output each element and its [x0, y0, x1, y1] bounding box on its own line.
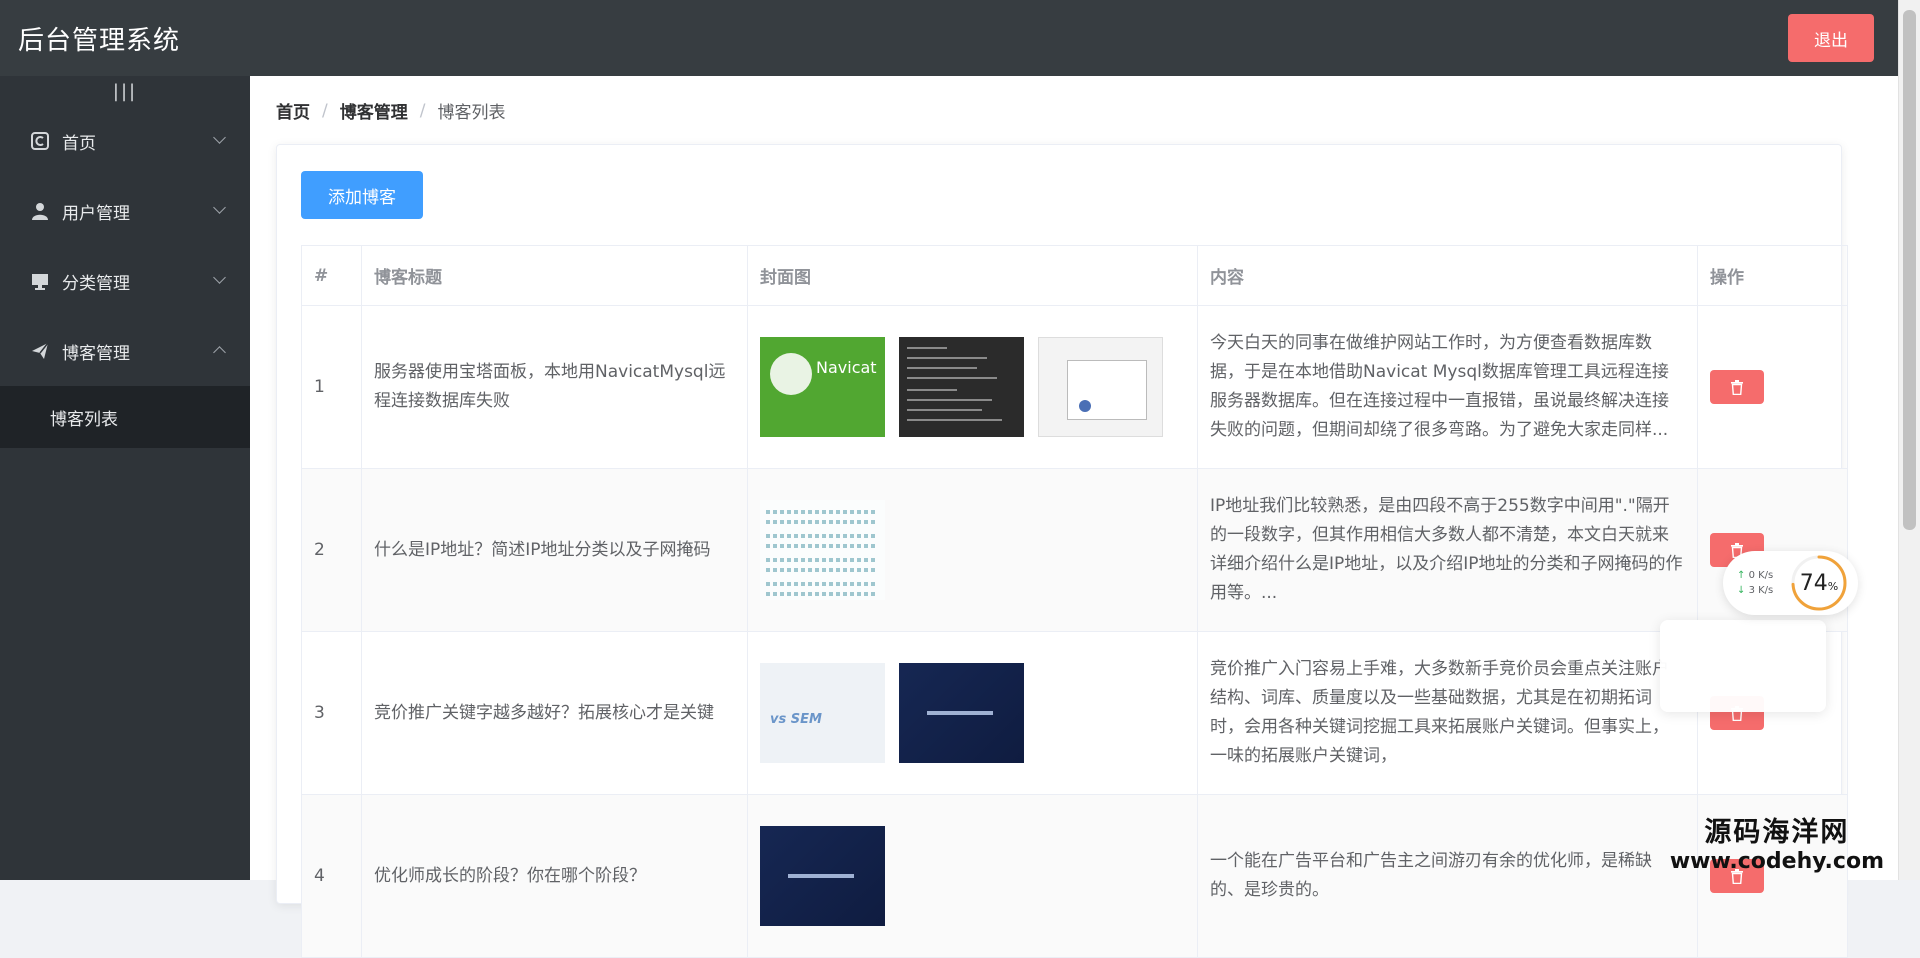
trash-icon [1730, 380, 1744, 395]
column-header-cover: 封面图 [748, 246, 1198, 306]
sidebar-item-categories[interactable]: 分类管理 [0, 246, 250, 316]
sidebar-item-users[interactable]: 用户管理 [0, 176, 250, 246]
memory-gauge: 74% [1789, 553, 1849, 613]
chevron-down-icon [213, 271, 226, 284]
sidebar-item-label: 首页 [62, 129, 96, 154]
row-covers [748, 469, 1198, 632]
memory-percent-unit: % [1828, 580, 1838, 593]
row-index: 2 [302, 469, 362, 632]
sidebar-item-label: 分类管理 [62, 269, 130, 294]
table-row: 4 优化师成长的阶段？你在哪个阶段？ 一个能在广告平台和广告主之间游刃有余的优化… [302, 795, 1848, 958]
user-icon [30, 201, 50, 221]
sidebar-item-home[interactable]: 首页 [0, 106, 250, 176]
site-watermark: 源码海洋网 www.codehy.com [1670, 810, 1884, 874]
row-index: 4 [302, 795, 362, 958]
table-row: 2 什么是IP地址？简述IP地址分类以及子网掩码 IP地址我们比较熟悉，是由四段… [302, 469, 1848, 632]
upload-arrow-icon: ↑ [1737, 570, 1745, 581]
home-icon [30, 131, 50, 151]
table-row: 1 服务器使用宝塔面板，本地用NavicatMysql远程连接数据库失败 Nav… [302, 306, 1848, 469]
cover-image: vs SEM [760, 663, 885, 763]
row-title: 竞价推广关键字越多越好？拓展核心才是关键 [362, 632, 748, 795]
row-content: IP地址我们比较熟悉，是由四段不高于255数字中间用"."隔开的一段数字，但其作… [1198, 469, 1698, 632]
breadcrumb: 首页 / 博客管理 / 博客列表 [276, 98, 505, 123]
breadcrumb-home[interactable]: 首页 [276, 98, 310, 123]
sidebar-collapse-toggle[interactable]: ||| [0, 76, 250, 106]
cover-image [760, 826, 885, 926]
cover-image [760, 500, 885, 600]
row-actions [1698, 306, 1848, 469]
chevron-up-icon [213, 346, 226, 359]
top-header: 后台管理系统 退出 [0, 0, 1898, 76]
column-header-content: 内容 [1198, 246, 1698, 306]
row-content: 竞价推广入门容易上手难，大多数新手竞价员会重点关注账户结构、词库、质量度以及一些… [1198, 632, 1698, 795]
row-title: 服务器使用宝塔面板，本地用NavicatMysql远程连接数据库失败 [362, 306, 748, 469]
row-covers: Navicat [748, 306, 1198, 469]
blog-table: # 博客标题 封面图 内容 操作 1 服务器使用宝塔面板，本地用NavicatM… [301, 245, 1848, 958]
add-blog-button[interactable]: 添加博客 [301, 171, 423, 219]
cover-image [1038, 337, 1163, 437]
delete-button[interactable] [1710, 370, 1764, 404]
cover-image [899, 663, 1024, 763]
breadcrumb-separator: / [420, 101, 426, 121]
logout-button[interactable]: 退出 [1788, 14, 1874, 62]
row-index: 1 [302, 306, 362, 469]
cover-image: Navicat [760, 337, 885, 437]
chevron-down-icon [213, 201, 226, 214]
main-content: 首页 / 博客管理 / 博客列表 添加博客 # 博客标题 封面图 内容 操作 [250, 76, 1898, 880]
row-covers: vs SEM [748, 632, 1198, 795]
scrollbar-thumb[interactable] [1903, 10, 1916, 530]
chevron-down-icon [213, 131, 226, 144]
network-speed-widget[interactable]: ↑ 0 K/s ↓ 3 K/s 74% [1723, 551, 1858, 615]
row-title: 什么是IP地址？简述IP地址分类以及子网掩码 [362, 469, 748, 632]
row-title: 优化师成长的阶段？你在哪个阶段？ [362, 795, 748, 958]
watermark-name: 源码海洋网 [1670, 810, 1884, 849]
monitor-icon [30, 271, 50, 291]
network-speeds: ↑ 0 K/s ↓ 3 K/s [1723, 568, 1789, 598]
column-header-index: # [302, 246, 362, 306]
breadcrumb-blog-management[interactable]: 博客管理 [340, 98, 408, 123]
app-title: 后台管理系统 [18, 20, 180, 57]
floating-popup [1660, 620, 1826, 712]
row-content: 今天白天的同事在做维护网站工作时，为方便查看数据库数据，于是在本地借助Navic… [1198, 306, 1698, 469]
watermark-url: www.codehy.com [1670, 849, 1884, 874]
download-speed: 3 K/s [1749, 585, 1774, 596]
sidebar-subitem-blog-list[interactable]: 博客列表 [0, 386, 250, 448]
sidebar: ||| 首页 用户管理 分类管理 博客管理 博客列表 [0, 76, 250, 880]
cover-image [899, 337, 1024, 437]
sidebar-item-blogs[interactable]: 博客管理 [0, 316, 250, 386]
page-scrollbar[interactable] [1898, 0, 1920, 880]
sidebar-item-label: 博客管理 [62, 339, 130, 364]
row-content: 一个能在广告平台和广告主之间游刃有余的优化师，是稀缺的、是珍贵的。 [1198, 795, 1698, 958]
sidebar-item-label: 用户管理 [62, 199, 130, 224]
upload-speed: 0 K/s [1749, 570, 1774, 581]
table-row: 3 竞价推广关键字越多越好？拓展核心才是关键 vs SEM 竞价推广入门容易上 [302, 632, 1848, 795]
breadcrumb-blog-list: 博客列表 [437, 98, 505, 123]
column-header-actions: 操作 [1698, 246, 1848, 306]
row-covers [748, 795, 1198, 958]
column-header-title: 博客标题 [362, 246, 748, 306]
download-arrow-icon: ↓ [1737, 585, 1745, 596]
blog-list-card: 添加博客 # 博客标题 封面图 内容 操作 1 服务器使用宝塔面板，本地用Nav… [276, 144, 1842, 904]
table-header-row: # 博客标题 封面图 内容 操作 [302, 246, 1848, 306]
breadcrumb-separator: / [322, 101, 328, 121]
memory-percent: 74 [1800, 571, 1828, 596]
paper-plane-icon [30, 341, 50, 361]
row-index: 3 [302, 632, 362, 795]
